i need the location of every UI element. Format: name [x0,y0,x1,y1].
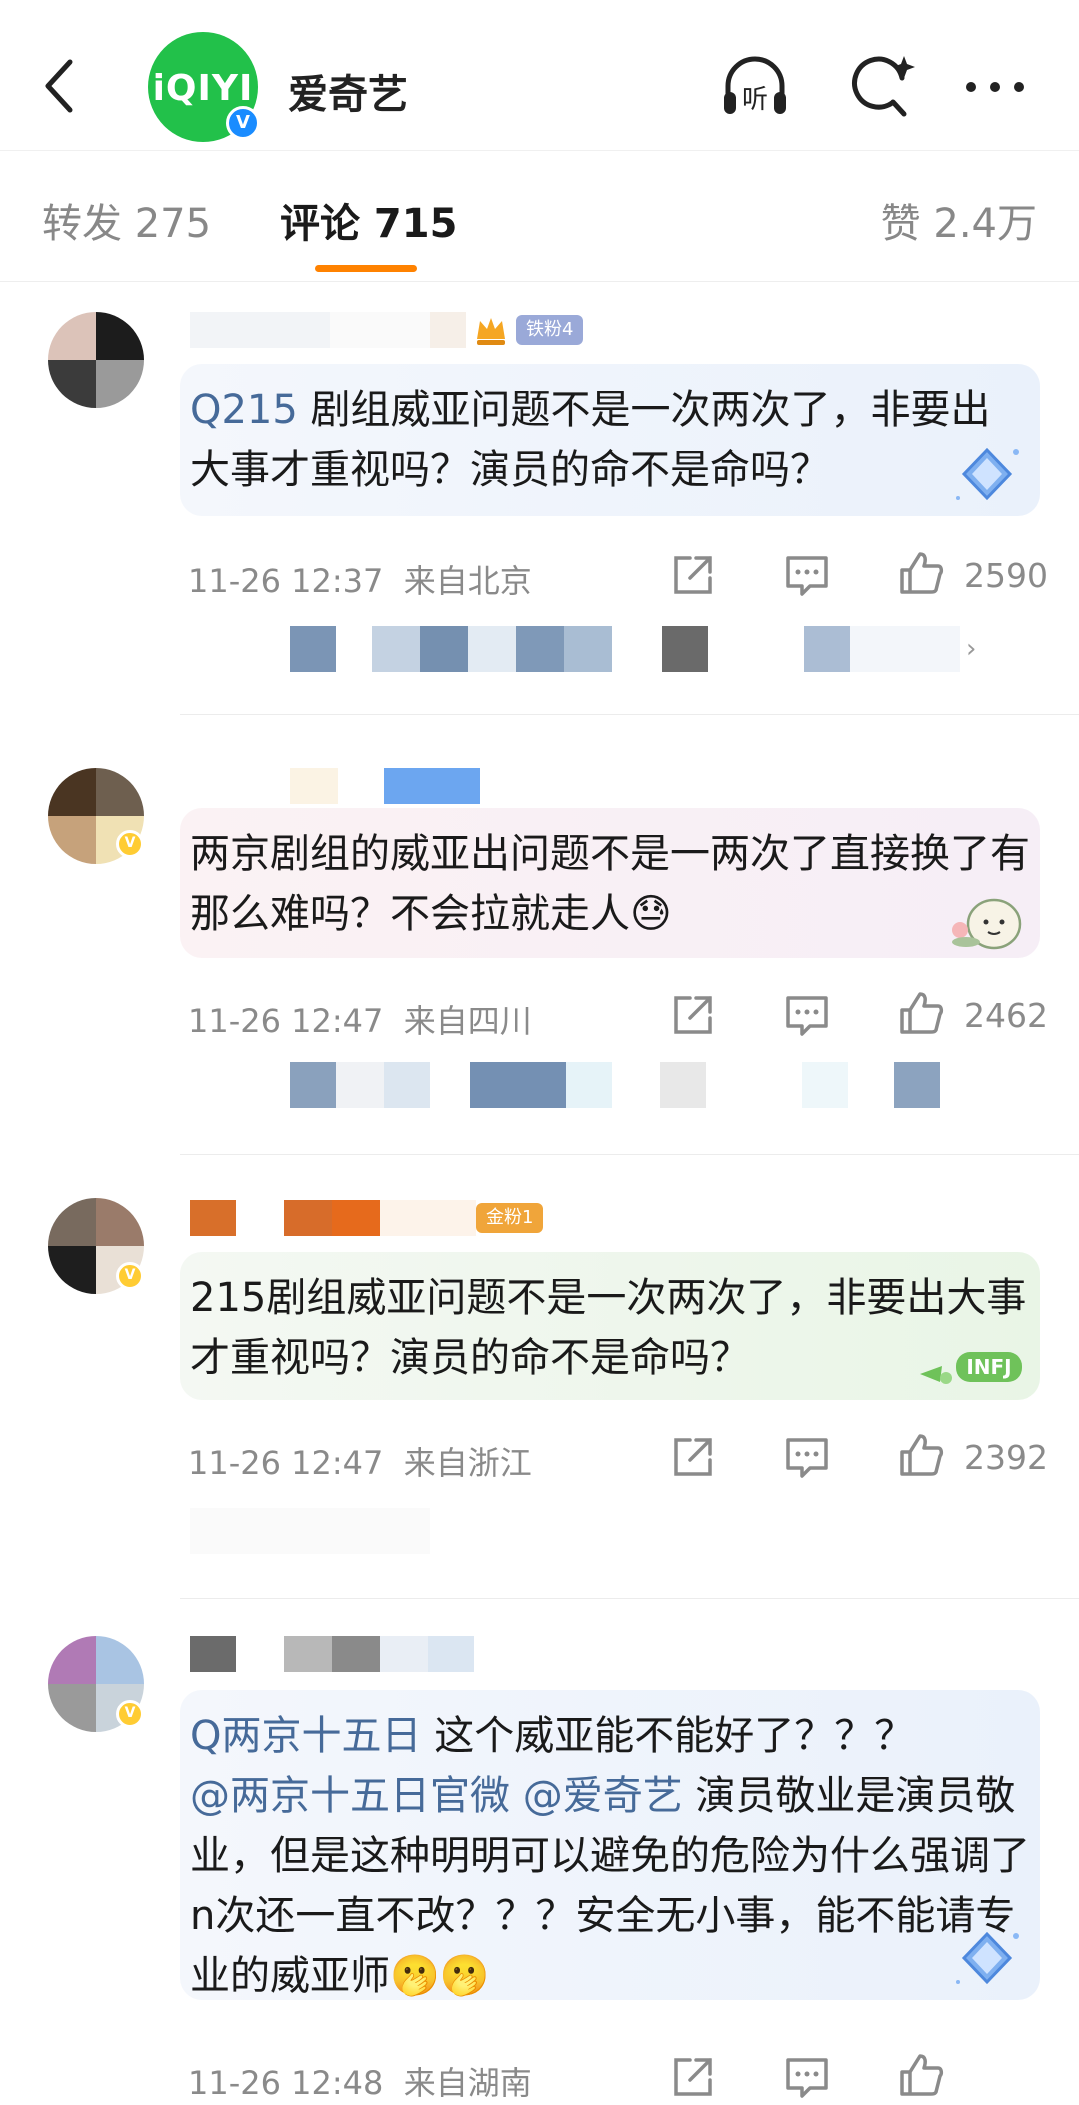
account-name[interactable]: 爱奇艺 [288,62,408,120]
mention-link[interactable]: @爱奇艺 [510,1773,683,1819]
diamond-sticker-icon [956,1931,1019,1985]
divider [180,1154,1079,1155]
avatar[interactable] [48,312,144,408]
timestamp: 11-26 12:48 [188,2064,384,2102]
search-spark-icon[interactable] [846,52,916,122]
infj-sticker-icon: INFJ [920,1352,1022,1384]
location: 来自四川 [403,1002,532,1040]
divider [180,1598,1079,1599]
chevron-right-icon: › [966,634,977,664]
topic-link[interactable]: Q两京十五日 [190,1713,421,1759]
fan-badge: 铁粉4 [516,315,584,345]
top-bar: iQIYI V 爱奇艺 听 [0,0,1079,150]
mention-link[interactable]: @两京十五日官微 [190,1773,510,1819]
topic-link[interactable]: Q215 [190,387,298,433]
like-count: 2392 [964,1438,1048,1477]
share-icon[interactable] [668,990,718,1040]
comment-bubble[interactable]: 两京剧组的威亚出问题不是一两次了直接换了有那么难吗？不会拉就走人😓 [180,808,1040,958]
comment-icon[interactable] [782,1432,832,1482]
like-icon[interactable] [896,988,946,1038]
svg-text:听: 听 [742,85,768,115]
svg-text:INFJ: INFJ [966,1355,1011,1379]
fan-badge: 金粉1 [476,1203,544,1233]
listen-icon[interactable]: 听 [720,52,790,122]
comment-bubble[interactable]: 215剧组威亚问题不是一次两次了，非要出大事才重视吗？演员的命不是命吗？ INF… [180,1252,1040,1400]
comment-meta: 11-26 12:47 来自四川 [188,996,532,1042]
crown-icon [474,313,508,347]
comment-text: Q215 剧组威亚问题不是一次两次了，非要出大事才重视吗？演员的命不是命吗？ [190,387,991,493]
divider [180,714,1079,715]
comment-icon[interactable] [782,990,832,1040]
comment-bubble[interactable]: Q215 剧组威亚问题不是一次两次了，非要出大事才重视吗？演员的命不是命吗？ [180,364,1040,516]
bun-sticker-icon [952,898,1022,950]
reply-preview[interactable]: › [190,624,976,674]
timestamp: 11-26 12:37 [188,562,384,600]
tab-bar: 转发 275 评论 715 赞 2.4万 [0,150,1079,282]
like-count: 2590 [964,556,1048,595]
username[interactable] [190,768,480,804]
timestamp: 11-26 12:47 [188,1002,384,1040]
active-tab-indicator [315,265,417,272]
diamond-sticker-icon [956,447,1019,501]
verified-badge: V [116,830,144,858]
comment-meta: 11-26 12:47 来自浙江 [188,1438,532,1484]
reply-preview[interactable] [190,1060,940,1110]
comment-icon[interactable] [782,2052,832,2102]
like-icon[interactable] [896,1430,946,1480]
username[interactable]: 金粉1 [190,1200,544,1236]
iqiyi-logo: iQIYI [152,68,254,109]
share-icon[interactable] [668,2052,718,2102]
share-icon[interactable] [668,1432,718,1482]
like-icon[interactable] [896,548,946,598]
share-icon[interactable] [668,550,718,600]
tab-likes[interactable]: 赞 2.4万 [881,191,1037,249]
back-icon[interactable] [40,56,80,116]
more-icon[interactable] [960,52,1030,122]
comment-meta: 11-26 12:48 来自湖南 [188,2058,532,2104]
timestamp: 11-26 12:47 [188,1444,384,1482]
username[interactable]: 铁粉4 [190,312,584,348]
comment-text: 215剧组威亚问题不是一次两次了，非要出大事才重视吗？演员的命不是命吗？ [190,1275,1027,1381]
comment-meta: 11-26 12:37 来自北京 [188,556,532,602]
tab-repost[interactable]: 转发 275 [42,191,211,249]
comment-icon[interactable] [782,550,832,600]
location: 来自北京 [403,562,532,600]
account-avatar[interactable]: iQIYI V [148,32,260,142]
username[interactable] [190,1636,474,1672]
like-count: 2462 [964,996,1048,1035]
comment-bubble[interactable]: Q两京十五日 这个威亚能不能好了？？？ @两京十五日官微 @爱奇艺 演员敬业是演员… [180,1690,1040,2000]
location: 来自湖南 [403,2064,532,2102]
comment-text: 两京剧组的威亚出问题不是一两次了直接换了有那么难吗？不会拉就走人😓 [190,831,1030,937]
tab-comments[interactable]: 评论 715 [280,191,457,249]
comment-text: Q两京十五日 这个威亚能不能好了？？？ @两京十五日官微 @爱奇艺 演员敬业是演员… [190,1713,1030,1999]
reply-preview[interactable] [190,1506,430,1556]
verified-badge: V [116,1262,144,1290]
verified-badge: V [226,106,260,140]
verified-badge: V [116,1700,144,1728]
like-icon[interactable] [896,2050,946,2100]
location: 来自浙江 [403,1444,532,1482]
